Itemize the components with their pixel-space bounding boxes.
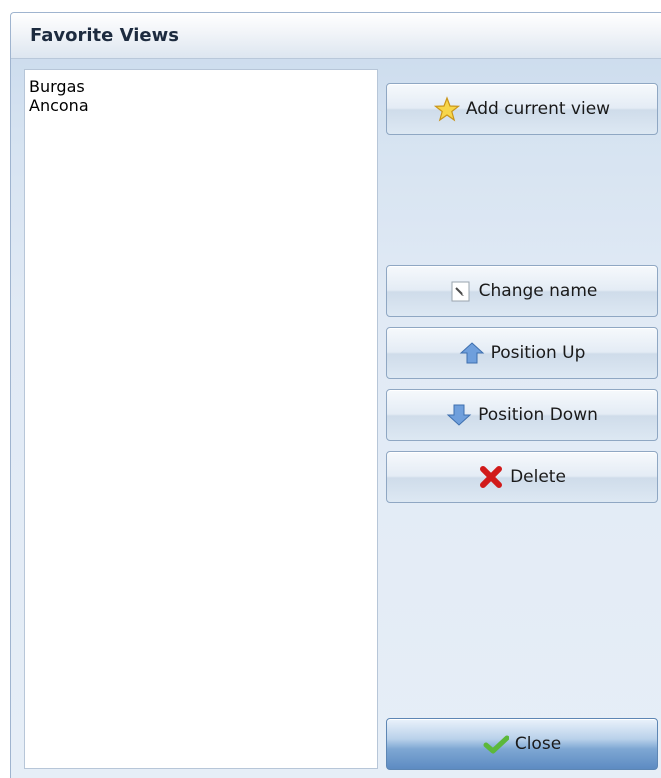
position-down-button[interactable]: Position Down [386, 389, 658, 441]
red-x-icon [478, 464, 504, 490]
favorite-views-dialog: Favorite Views Burgas Ancona Add current… [10, 12, 661, 778]
position-down-label: Position Down [478, 405, 598, 425]
list-item[interactable]: Ancona [25, 96, 377, 115]
star-icon [433, 96, 460, 122]
close-button[interactable]: Close [386, 718, 658, 770]
position-up-label: Position Up [490, 343, 586, 363]
favorite-views-list[interactable]: Burgas Ancona [24, 69, 378, 769]
arrow-up-icon [459, 340, 485, 366]
delete-button[interactable]: Delete [386, 451, 658, 503]
add-current-view-button[interactable]: Add current view [386, 83, 658, 135]
position-up-button[interactable]: Position Up [386, 327, 658, 379]
delete-label: Delete [510, 467, 566, 487]
close-label: Close [514, 734, 562, 754]
title-bar: Favorite Views [11, 13, 661, 59]
change-name-label: Change name [478, 281, 598, 301]
dialog-title: Favorite Views [30, 25, 179, 46]
green-check-icon [483, 731, 509, 757]
add-current-view-label: Add current view [465, 99, 611, 119]
pencil-note-icon [447, 278, 473, 304]
change-name-button[interactable]: Change name [386, 265, 658, 317]
list-item[interactable]: Burgas [25, 77, 377, 96]
arrow-down-icon [446, 402, 472, 428]
